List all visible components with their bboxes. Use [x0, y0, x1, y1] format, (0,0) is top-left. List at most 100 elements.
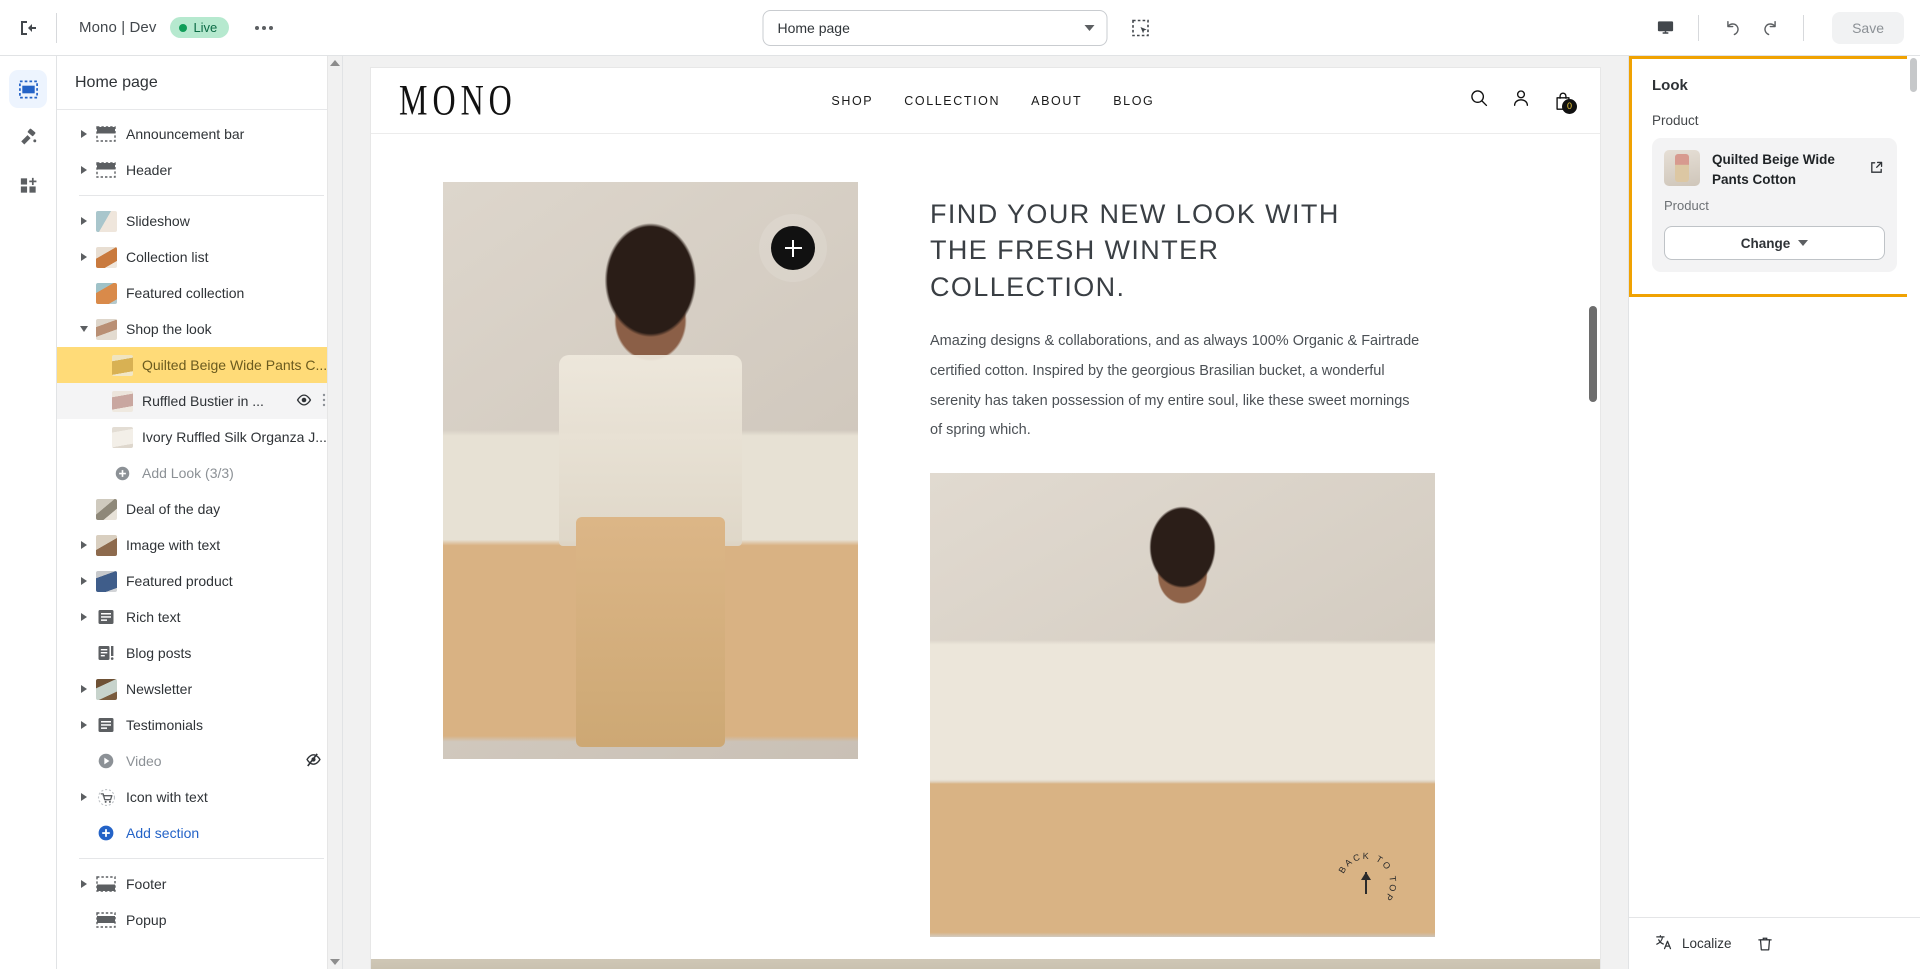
disclosure-triangle-icon[interactable]: [73, 541, 95, 549]
exit-editor-button[interactable]: [0, 0, 56, 56]
header-icon: [95, 160, 117, 180]
sidebar-item-video[interactable]: Video: [57, 743, 342, 779]
sidebar-item-collection-list[interactable]: Collection list: [57, 239, 342, 275]
add-section-button[interactable]: Add section: [57, 815, 342, 851]
section-paragraph[interactable]: Amazing designs & collaborations, and as…: [930, 327, 1420, 446]
theme-settings-icon: [20, 128, 36, 144]
disclosure-triangle-icon[interactable]: [73, 721, 95, 729]
look-thumb-2: [111, 390, 133, 412]
localize-button[interactable]: Localize: [1647, 927, 1740, 960]
disclosure-triangle-icon[interactable]: [73, 793, 95, 801]
sidebar-item-featured-product[interactable]: Featured product: [57, 563, 342, 599]
slideshow-thumb: [95, 210, 117, 232]
preview-area: MONO SHOP COLLECTION ABOUT BLOG 0 FIND Y…: [343, 56, 1628, 969]
undo-button[interactable]: [1713, 11, 1751, 45]
disclosure-triangle-icon[interactable]: [73, 880, 95, 888]
look-image-primary[interactable]: [443, 182, 858, 759]
disclosure-triangle-icon[interactable]: [73, 217, 95, 225]
scroll-up-arrow-icon[interactable]: [330, 60, 340, 66]
video-icon: [95, 751, 117, 771]
disclosure-triangle-icon[interactable]: [73, 253, 95, 261]
disclosure-triangle-icon[interactable]: [73, 326, 95, 332]
sidebar-block-ruffled-bustier[interactable]: Ruffled Bustier in ...: [57, 383, 342, 419]
sidebar-item-shop-the-look[interactable]: Shop the look: [57, 311, 342, 347]
storefront-nav: SHOP COLLECTION ABOUT BLOG: [831, 94, 1154, 108]
cart-button[interactable]: 0: [1553, 91, 1577, 114]
eye-icon[interactable]: [296, 392, 312, 411]
settings-scrollbar-thumb[interactable]: [1910, 58, 1917, 92]
collection-list-thumb: [95, 246, 117, 268]
account-icon[interactable]: [1511, 88, 1531, 113]
sidebar-scrollbar[interactable]: [327, 56, 342, 969]
product-name: Quilted Beige Wide Pants Cotton: [1712, 152, 1835, 187]
sidebar-item-label: Blog posts: [126, 645, 192, 661]
rail-item-theme-settings[interactable]: [9, 118, 47, 156]
newsletter-thumb: [95, 678, 117, 700]
preview-scrollbar[interactable]: [1587, 68, 1600, 969]
shop-the-look-section: FIND YOUR NEW LOOK WITH THE FRESH WINTER…: [371, 134, 1600, 938]
sidebar-item-newsletter[interactable]: Newsletter: [57, 671, 342, 707]
sidebar-item-popup[interactable]: Popup: [57, 902, 342, 938]
nav-link-shop[interactable]: SHOP: [831, 94, 873, 108]
device-preview-button[interactable]: [1646, 11, 1684, 45]
delete-block-button[interactable]: [1748, 929, 1782, 959]
disclosure-triangle-icon[interactable]: [73, 166, 95, 174]
sidebar-item-label: Featured collection: [126, 285, 245, 301]
back-to-top-button[interactable]: BACK TO TOP: [1334, 851, 1398, 915]
disclosure-triangle-icon[interactable]: [73, 577, 95, 585]
sections-sidebar: Home page Announcement bar Header Slides…: [57, 56, 343, 969]
sidebar-item-announcement-bar[interactable]: Announcement bar: [57, 116, 342, 152]
sidebar-item-header[interactable]: Header: [57, 152, 342, 188]
add-look-label: Add Look (3/3): [142, 465, 234, 481]
nav-link-collection[interactable]: COLLECTION: [904, 94, 1000, 108]
apps-icon: [20, 177, 36, 193]
search-icon[interactable]: [1469, 88, 1489, 113]
deal-of-the-day-thumb: [95, 498, 117, 520]
save-button[interactable]: Save: [1832, 11, 1904, 44]
section-heading[interactable]: FIND YOUR NEW LOOK WITH THE FRESH WINTER…: [930, 196, 1360, 305]
sidebar-item-slideshow[interactable]: Slideshow: [57, 203, 342, 239]
plus-hotspot-icon[interactable]: [771, 226, 815, 270]
sidebar-add-look-button[interactable]: Add Look (3/3): [57, 455, 342, 491]
scroll-down-arrow-icon[interactable]: [330, 959, 340, 965]
nav-link-blog[interactable]: BLOG: [1113, 94, 1154, 108]
image-with-text-thumb: [95, 534, 117, 556]
look-image-secondary[interactable]: BACK TO TOP: [930, 473, 1435, 938]
status-badge: Live: [170, 16, 230, 39]
nav-link-about[interactable]: ABOUT: [1031, 94, 1082, 108]
sidebar-block-label: Ivory Ruffled Silk Organza J...: [142, 429, 327, 445]
preview-scrollbar-thumb[interactable]: [1589, 306, 1597, 402]
sidebar-block-actions: [290, 392, 332, 411]
selected-product-row: Quilted Beige Wide Pants Cotton: [1664, 150, 1885, 189]
undo-icon: [1726, 21, 1739, 36]
redo-icon: [1763, 21, 1776, 36]
more-options-button[interactable]: [247, 13, 281, 43]
page-selector[interactable]: Home page: [762, 9, 1108, 46]
settings-panel-scrollbar[interactable]: [1907, 56, 1920, 865]
sidebar-item-image-with-text[interactable]: Image with text: [57, 527, 342, 563]
sidebar-block-quilted-beige-wide-pants[interactable]: Quilted Beige Wide Pants C...: [57, 347, 342, 383]
redo-button[interactable]: [1751, 11, 1789, 45]
sidebar-block-ivory-ruffled-silk-organza[interactable]: Ivory Ruffled Silk Organza J...: [57, 419, 342, 455]
sidebar-item-featured-collection[interactable]: Featured collection: [57, 275, 342, 311]
select-section-button[interactable]: [1124, 11, 1158, 45]
change-product-button[interactable]: Change: [1664, 226, 1885, 261]
storefront-preview: MONO SHOP COLLECTION ABOUT BLOG 0 FIND Y…: [371, 68, 1600, 969]
external-link-icon[interactable]: [1869, 150, 1885, 180]
sidebar-item-label: Slideshow: [126, 213, 190, 229]
sidebar-item-footer[interactable]: Footer: [57, 866, 342, 902]
rail-item-apps[interactable]: [9, 166, 47, 204]
toolbar-left-group: Mono | Dev Live: [0, 0, 281, 56]
store-logo[interactable]: MONO: [399, 76, 517, 126]
sidebar-item-label: Newsletter: [126, 681, 193, 697]
disclosure-triangle-icon[interactable]: [73, 130, 95, 138]
sidebar-item-blog-posts[interactable]: Blog posts: [57, 635, 342, 671]
editor-body: Home page Announcement bar Header Slides…: [0, 56, 1920, 969]
sidebar-item-testimonials[interactable]: Testimonials: [57, 707, 342, 743]
sidebar-item-rich-text[interactable]: Rich text: [57, 599, 342, 635]
rail-item-sections[interactable]: [9, 70, 47, 108]
disclosure-triangle-icon[interactable]: [73, 685, 95, 693]
disclosure-triangle-icon[interactable]: [73, 613, 95, 621]
sidebar-item-icon-with-text[interactable]: Icon with text: [57, 779, 342, 815]
sidebar-item-deal-of-the-day[interactable]: Deal of the day: [57, 491, 342, 527]
